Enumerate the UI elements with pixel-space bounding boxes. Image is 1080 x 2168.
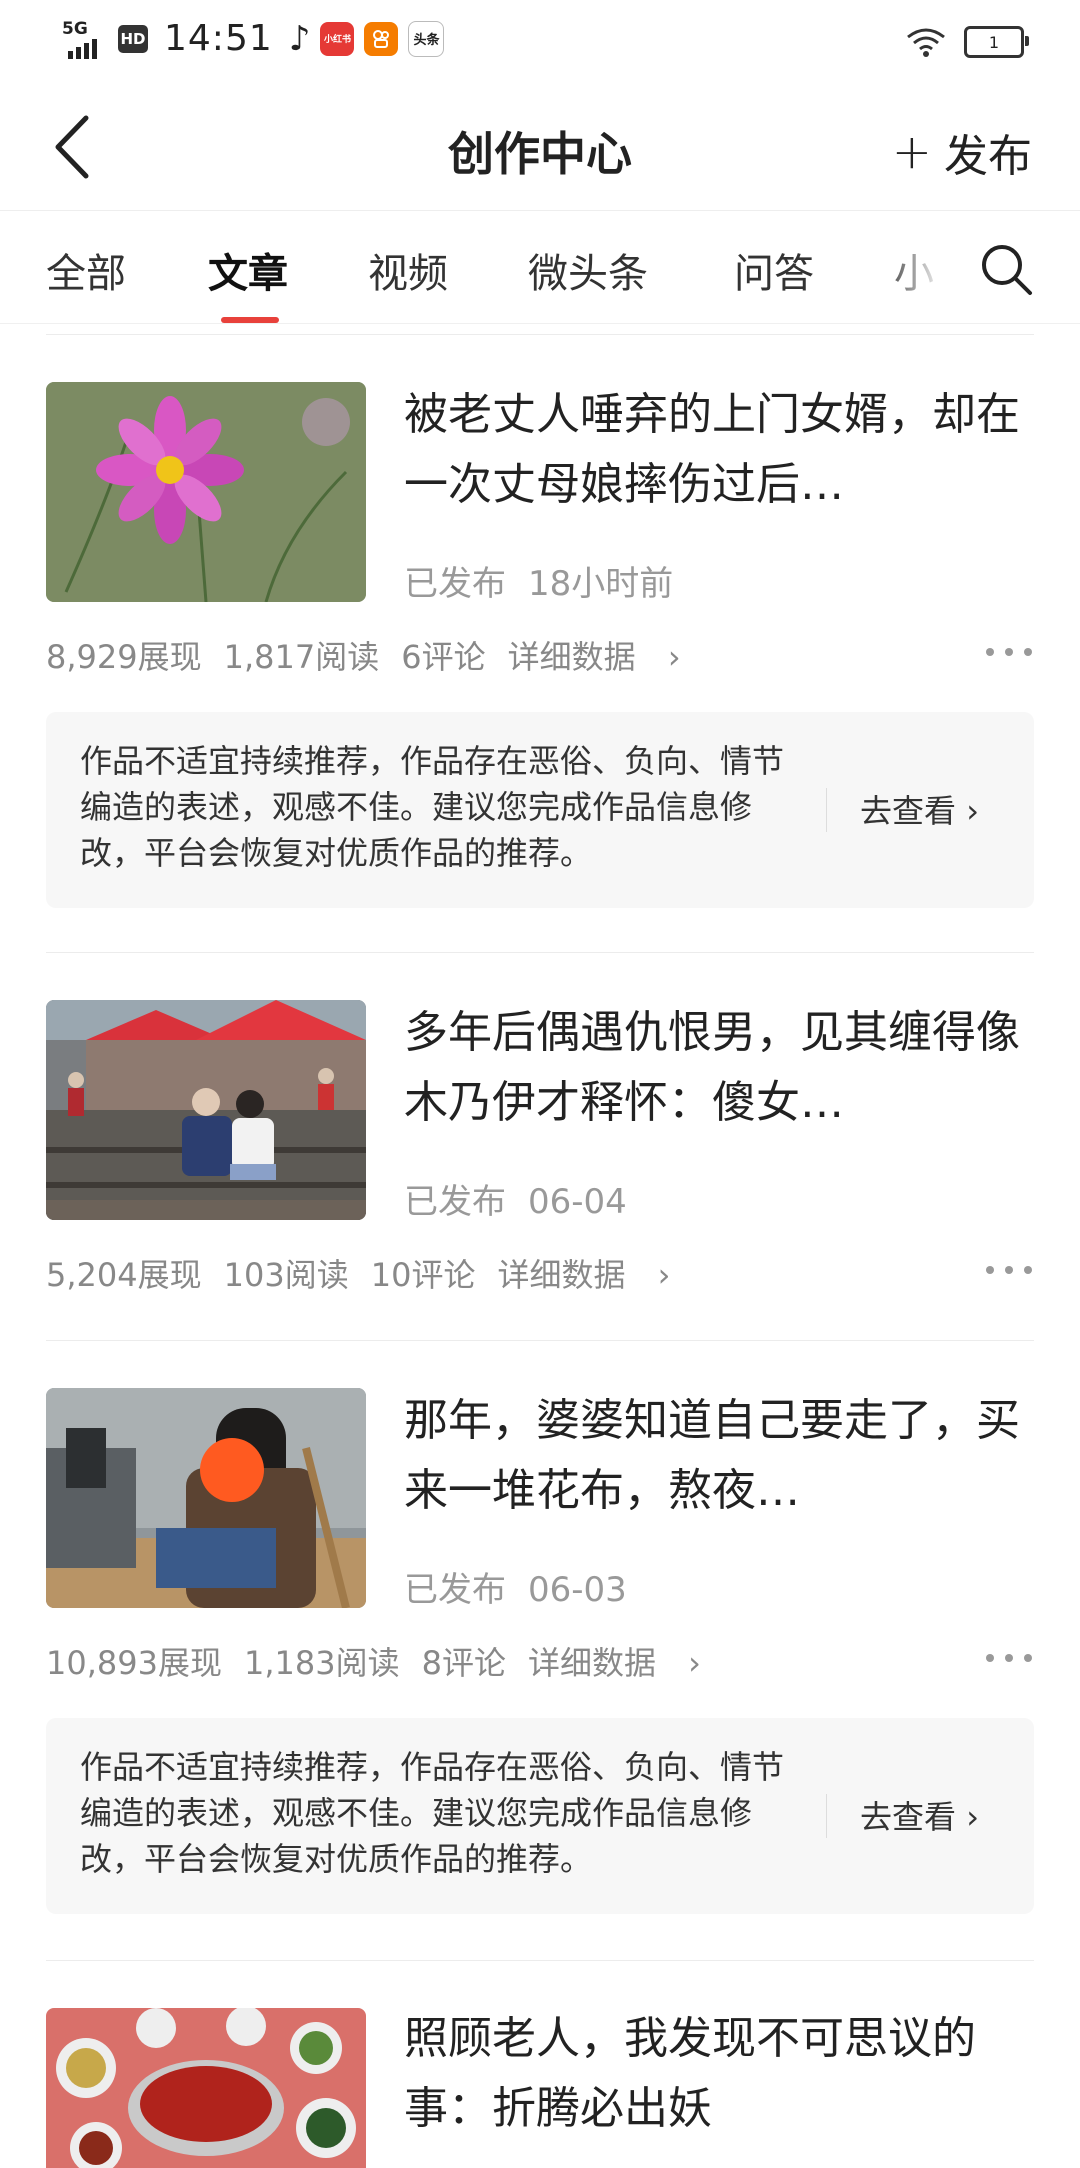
tab-articles[interactable]: 文章 [208,241,288,299]
article-thumbnail[interactable] [46,2008,366,2168]
detail-data-link[interactable]: 详细数据 › [508,638,681,676]
more-options-icon[interactable] [986,1266,1032,1278]
notice-text: 作品不适宜持续推荐，作品存在恶俗、负向、情节编造的表述，观感不佳。建议您完成作品… [80,742,785,872]
wifi-icon [907,28,945,57]
status-time: 14:51 [164,18,273,59]
more-options-icon[interactable] [986,1654,1032,1666]
tab-qa[interactable]: 问答 [734,241,814,299]
tiktok-icon: ♪ [288,18,311,59]
article-meta: 已发布 06-03 [404,1570,627,1610]
detail-data-link[interactable]: 详细数据 › [497,1256,670,1294]
app-header: 创作中心 + 发布 [0,84,1080,211]
cellular-signal-icon: 5G [62,19,108,59]
article-stats: 8,929展现 1,817阅读 6评论 详细数据 › [46,638,681,676]
article-meta: 已发布 06-04 [404,1182,627,1222]
tab-videos[interactable]: 视频 [368,241,448,299]
view-notice-button[interactable]: 去查看 › [860,1792,979,1838]
tab-micro-posts[interactable]: 微头条 [528,241,648,299]
kuaishou-icon [364,21,399,56]
tab-all[interactable]: 全部 [46,241,126,299]
article-stats: 5,204展现 103阅读 10评论 详细数据 › [46,1256,671,1294]
article-thumbnail[interactable] [46,1388,366,1608]
publish-label: 发布 [944,131,1032,182]
plus-icon: + [891,124,932,180]
status-bar: 5G HD 14:51 ♪ 小红书 头条 1 [0,0,1080,84]
more-options-icon[interactable] [986,648,1032,660]
article-thumbnail[interactable] [46,382,366,602]
detail-data-link[interactable]: 详细数据 › [528,1644,701,1682]
view-notice-button[interactable]: 去查看 › [860,786,979,832]
article-title[interactable]: 那年，婆婆知道自己要走了，买来一堆花布，熬夜… [404,1386,1024,1526]
article-stats: 10,893展现 1,183阅读 8评论 详细数据 › [46,1644,701,1682]
article-thumbnail[interactable] [46,1000,366,1220]
content-type-tabs: 全部 文章 视频 微头条 问答 小 [0,211,1080,324]
hd-badge: HD [118,24,148,53]
moderation-notice: 作品不适宜持续推荐，作品存在恶俗、负向、情节编造的表述，观感不佳。建议您完成作品… [46,712,1034,908]
article-meta: 已发布 18小时前 [404,564,674,604]
article-title[interactable]: 多年后偶遇仇恨男，见其缠得像木乃伊才释怀：傻女… [404,998,1024,1138]
article-title[interactable]: 被老丈人唾弃的上门女婿，却在一次丈母娘摔伤过后… [404,380,1024,520]
toutiao-icon: 头条 [408,20,445,57]
article-title[interactable]: 照顾老人，我发现不可思议的事：折腾必出妖 [404,2004,1024,2144]
battery-icon: 1 [964,26,1029,58]
active-tab-indicator [221,317,279,323]
publish-button[interactable]: + 发布 [892,120,1032,184]
moderation-notice: 作品不适宜持续推荐，作品存在恶俗、负向、情节编造的表述，观感不佳。建议您完成作品… [46,1718,1034,1914]
xiaohongshu-icon: 小红书 [320,21,355,56]
search-icon[interactable] [978,241,1034,297]
notice-text: 作品不适宜持续推荐，作品存在恶俗、负向、情节编造的表述，观感不佳。建议您完成作品… [80,1748,785,1878]
